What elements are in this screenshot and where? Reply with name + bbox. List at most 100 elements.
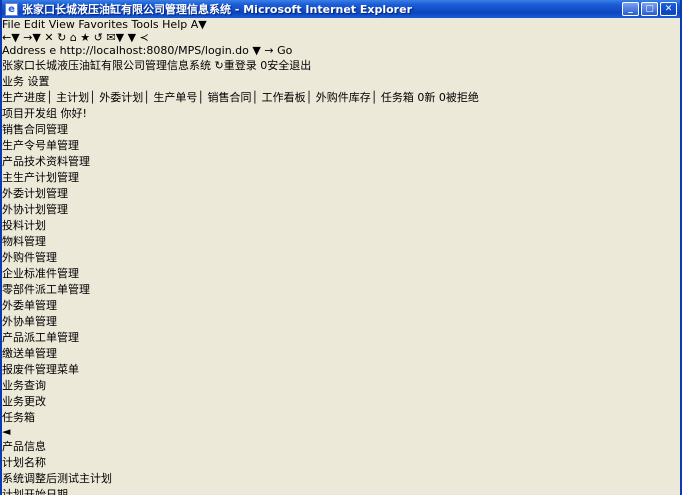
app-header: 张家口长城液压油缸有限公司管理信息系统 ↻重登录 0安全退出 [2, 57, 680, 73]
minimize-button[interactable]: _ [622, 2, 639, 16]
sidebar-item-scrap-parts[interactable]: 报废件管理菜单 [2, 361, 680, 377]
nav-master-plan[interactable]: 主计划 [56, 91, 89, 104]
nav-task-box[interactable]: 任务箱 [381, 91, 414, 104]
sidebar-tree: 项目开发组 你好! 销售合同管理 生产令号单管理 产品技术资料管理 主生产计划管… [2, 105, 680, 425]
mail-button[interactable]: ✉▼ [106, 31, 124, 44]
back-button[interactable]: ←▼ [2, 31, 20, 44]
page-body: 项目开发组 你好! 销售合同管理 生产令号单管理 产品技术资料管理 主生产计划管… [2, 105, 680, 495]
chevron-down-icon[interactable]: ▼ [11, 31, 19, 44]
sidebar-item-purchased-parts[interactable]: 外购件管理 [2, 249, 680, 265]
chevron-down-icon[interactable]: ▼ [32, 31, 40, 44]
sidebar-collapse-strip[interactable]: ◄ [2, 425, 680, 438]
go-button[interactable]: → Go [264, 44, 292, 57]
favorites-star-icon: ★ [80, 31, 90, 44]
nav-production-order[interactable]: 生产单号 [153, 91, 197, 104]
sidebar-item-outsource-plan[interactable]: 外委计划管理 [2, 185, 680, 201]
pdf-convert-button[interactable]: A▼ [191, 18, 207, 31]
nav-production-progress[interactable]: 生产进度 [2, 91, 46, 104]
sidebar-item-delivery-order[interactable]: 缴送单管理 [2, 345, 680, 361]
back-icon: ← [2, 31, 11, 44]
address-url[interactable]: http://localhost:8080/MPS/login.do [60, 44, 249, 57]
sidebar-item-coop-plan[interactable]: 外协计划管理 [2, 201, 680, 217]
sidebar-item-label: 产品派工单管理 [2, 331, 79, 344]
badge-new[interactable]: 0新 [417, 91, 435, 104]
nav-purchased-stock[interactable]: 外购件库存 [316, 91, 371, 104]
address-field[interactable]: e http://localhost:8080/MPS/login.do ▼ [49, 44, 264, 57]
refresh-button[interactable]: ↻ [57, 31, 66, 44]
sidebar-item-product-dispatch[interactable]: 产品派工单管理 [2, 329, 680, 345]
address-label: Address [2, 44, 46, 57]
chevron-down-icon[interactable]: ▼ [128, 31, 136, 44]
home-button[interactable]: ⌂ [70, 31, 77, 44]
nav-separator: │ [46, 91, 53, 104]
sidebar-item-coop-order[interactable]: 外协单管理 [2, 313, 680, 329]
sidebar-item-label: 企业标准件管理 [2, 267, 79, 280]
sidebar-item-label: 销售合同管理 [2, 123, 68, 136]
menu-view[interactable]: View [49, 18, 75, 31]
menu-edit[interactable]: Edit [24, 18, 45, 31]
sidebar-item-label: 外购件管理 [2, 251, 57, 264]
logout-button[interactable]: 0安全退出 [260, 59, 311, 72]
relogin-button[interactable]: ↻重登录 [215, 59, 257, 72]
sidebar-item-business-query[interactable]: 业务查询 [2, 377, 680, 393]
logout-label: 安全退出 [267, 59, 311, 72]
address-dropdown-button[interactable]: ▼ [252, 44, 260, 57]
field-label: 计划开始日期 [2, 486, 680, 495]
sidebar-item-business-change[interactable]: 业务更改 [2, 393, 680, 409]
sidebar-item-label: 投料计划 [2, 219, 46, 232]
collapse-arrow-icon: ◄ [2, 425, 10, 438]
window-title: 张家口长城液压油缸有限公司管理信息系统 - Microsoft Internet… [22, 1, 620, 17]
page-icon: e [49, 44, 56, 57]
nav-work-board[interactable]: 工作看板 [262, 91, 306, 104]
menu-help[interactable]: Help [162, 18, 187, 31]
tab-settings[interactable]: 设置 [28, 75, 50, 88]
maximize-button[interactable]: ▢ [641, 2, 658, 16]
tab-business[interactable]: 业务 [2, 75, 24, 88]
browser-toolbar: ←▼ →▼ ✕ ↻ ⌂ ★ ↺ ✉▼ ▼ ≺ [2, 31, 680, 44]
main-content: 产品信息 计划名称 系统调整后测试主计划 计划开始日期 2008-12-25 计… [2, 438, 680, 495]
menu-file[interactable]: File [2, 18, 20, 31]
sidebar-item-outsource-order[interactable]: 外委单管理 [2, 297, 680, 313]
sidebar-item-label: 主生产计划管理 [2, 171, 79, 184]
nav-outsource-plan[interactable]: 外委计划 [99, 91, 143, 104]
sidebar-item-tech-data[interactable]: 产品技术资料管理 [2, 153, 680, 169]
sidebar-item-task-box[interactable]: 任务箱 [2, 409, 680, 425]
sidebar-item-label: 产品技术资料管理 [2, 155, 90, 168]
history-button[interactable]: ↺ [94, 31, 103, 44]
field-value: 系统调整后测试主计划 [2, 470, 680, 486]
nav-separator: │ [252, 91, 259, 104]
links-button[interactable]: ≺ [140, 31, 149, 44]
relogin-label: 重登录 [224, 59, 257, 72]
sidebar-item-label: 外委计划管理 [2, 187, 68, 200]
nav-sales-contract[interactable]: 销售合同 [208, 91, 252, 104]
stop-button[interactable]: ✕ [44, 31, 53, 44]
sidebar-item-material-mgmt[interactable]: 物料管理 [2, 233, 680, 249]
nav-separator: │ [197, 91, 204, 104]
badge-rejected[interactable]: 0被拒绝 [439, 91, 479, 104]
greeting-label: 项目开发组 你好! [2, 107, 87, 120]
sidebar-item-label: 零部件派工单管理 [2, 283, 90, 296]
sidebar-item-master-plan[interactable]: 主生产计划管理 [2, 169, 680, 185]
mail-icon: ✉ [106, 31, 115, 44]
edit-button[interactable]: ▼ [128, 31, 136, 44]
menu-favorites[interactable]: Favorites [78, 18, 128, 31]
sidebar-item-order-number[interactable]: 生产令号单管理 [2, 137, 680, 153]
sidebar-item-feeding-plan[interactable]: 投料计划 [2, 217, 680, 233]
close-button[interactable]: ✕ [660, 2, 677, 16]
sidebar-item-parts-dispatch[interactable]: 零部件派工单管理 [2, 281, 680, 297]
relogin-icon: ↻ [215, 59, 224, 72]
chevron-down-icon[interactable]: ▼ [116, 31, 124, 44]
swoosh-icon: ≺ [140, 31, 149, 44]
nav-separator: │ [89, 91, 96, 104]
favorites-button[interactable]: ★ [80, 31, 90, 44]
go-label: Go [277, 44, 292, 57]
ie-document-icon: e [5, 3, 18, 16]
refresh-icon: ↻ [57, 31, 66, 44]
sidebar-item-label: 外协单管理 [2, 315, 57, 328]
sidebar-item-standard-parts[interactable]: 企业标准件管理 [2, 265, 680, 281]
sidebar-item-sales-contract[interactable]: 销售合同管理 [2, 121, 680, 137]
forward-button[interactable]: →▼ [23, 31, 41, 44]
app-title: 张家口长城液压油缸有限公司管理信息系统 [2, 59, 211, 72]
menu-tools[interactable]: Tools [132, 18, 159, 31]
nav-row: 业务 设置 生产进度│ 主计划│ 外委计划│ 生产单号│ 销售合同│ 工作看板│… [2, 73, 680, 105]
